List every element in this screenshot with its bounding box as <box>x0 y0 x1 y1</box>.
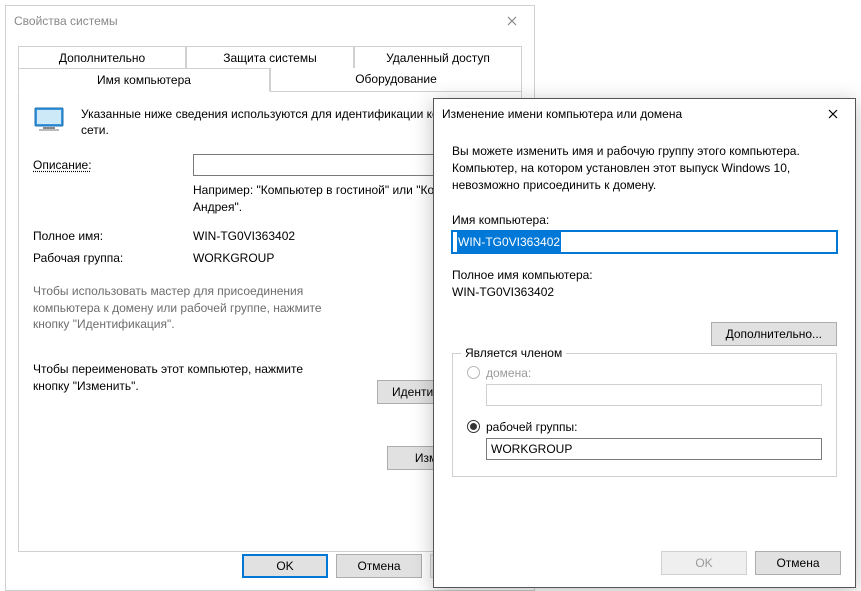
tab-remote[interactable]: Удаленный доступ <box>354 46 522 69</box>
window-title: Изменение имени компьютера или домена <box>442 107 810 121</box>
workgroup-radio[interactable] <box>467 420 480 433</box>
intro-text: Вы можете изменить имя и рабочую группу … <box>452 143 837 193</box>
member-of-legend: Является членом <box>461 346 566 360</box>
fullname-label: Полное имя: <box>33 229 193 243</box>
window-title: Свойства системы <box>14 14 489 28</box>
member-of-group: Является членом домена: рабочей группы: <box>452 353 837 477</box>
titlebar[interactable]: Изменение имени компьютера или домена <box>434 99 855 129</box>
workgroup-input[interactable] <box>486 438 822 460</box>
titlebar[interactable]: Свойства системы <box>6 6 534 36</box>
description-label: Описание: <box>33 158 193 172</box>
computer-name-changes-window: Изменение имени компьютера или домена Вы… <box>433 98 856 588</box>
close-icon <box>507 16 517 26</box>
dialog-footer: OK Отмена <box>661 551 841 575</box>
fullname-value: WIN-TG0VI363402 <box>193 229 295 243</box>
wizard-text: Чтобы использовать мастер для присоедине… <box>33 283 333 333</box>
computer-icon <box>33 106 67 134</box>
rename-text: Чтобы переименовать этот компьютер, нажм… <box>33 361 333 395</box>
computer-name-label: Имя компьютера: <box>452 213 837 227</box>
tab-strip: Дополнительно Защита системы Удаленный д… <box>18 46 522 92</box>
workgroup-value: WORKGROUP <box>193 251 274 265</box>
computer-name-input[interactable]: WIN-TG0VI363402 <box>452 231 837 253</box>
domain-input <box>486 384 822 406</box>
domain-radio <box>467 366 480 379</box>
fullname-value: WIN-TG0VI363402 <box>452 284 837 301</box>
tab-hardware[interactable]: Оборудование <box>270 68 522 92</box>
domain-radio-label: домена: <box>486 366 531 380</box>
workgroup-label: Рабочая группа: <box>33 251 193 265</box>
tab-system-protection[interactable]: Защита системы <box>186 46 354 69</box>
close-icon <box>828 109 838 119</box>
cancel-button[interactable]: Отмена <box>755 551 841 575</box>
ok-button: OK <box>661 551 747 575</box>
close-button[interactable] <box>810 99 855 129</box>
ok-button[interactable]: OK <box>242 554 328 578</box>
workgroup-radio-label[interactable]: рабочей группы: <box>486 420 577 434</box>
advanced-button[interactable]: Дополнительно... <box>711 322 837 346</box>
close-button[interactable] <box>489 6 534 36</box>
tab-computer-name[interactable]: Имя компьютера <box>18 68 270 92</box>
fullname-label: Полное имя компьютера: <box>452 267 837 284</box>
tab-advanced[interactable]: Дополнительно <box>18 46 186 69</box>
cancel-button[interactable]: Отмена <box>336 554 422 578</box>
